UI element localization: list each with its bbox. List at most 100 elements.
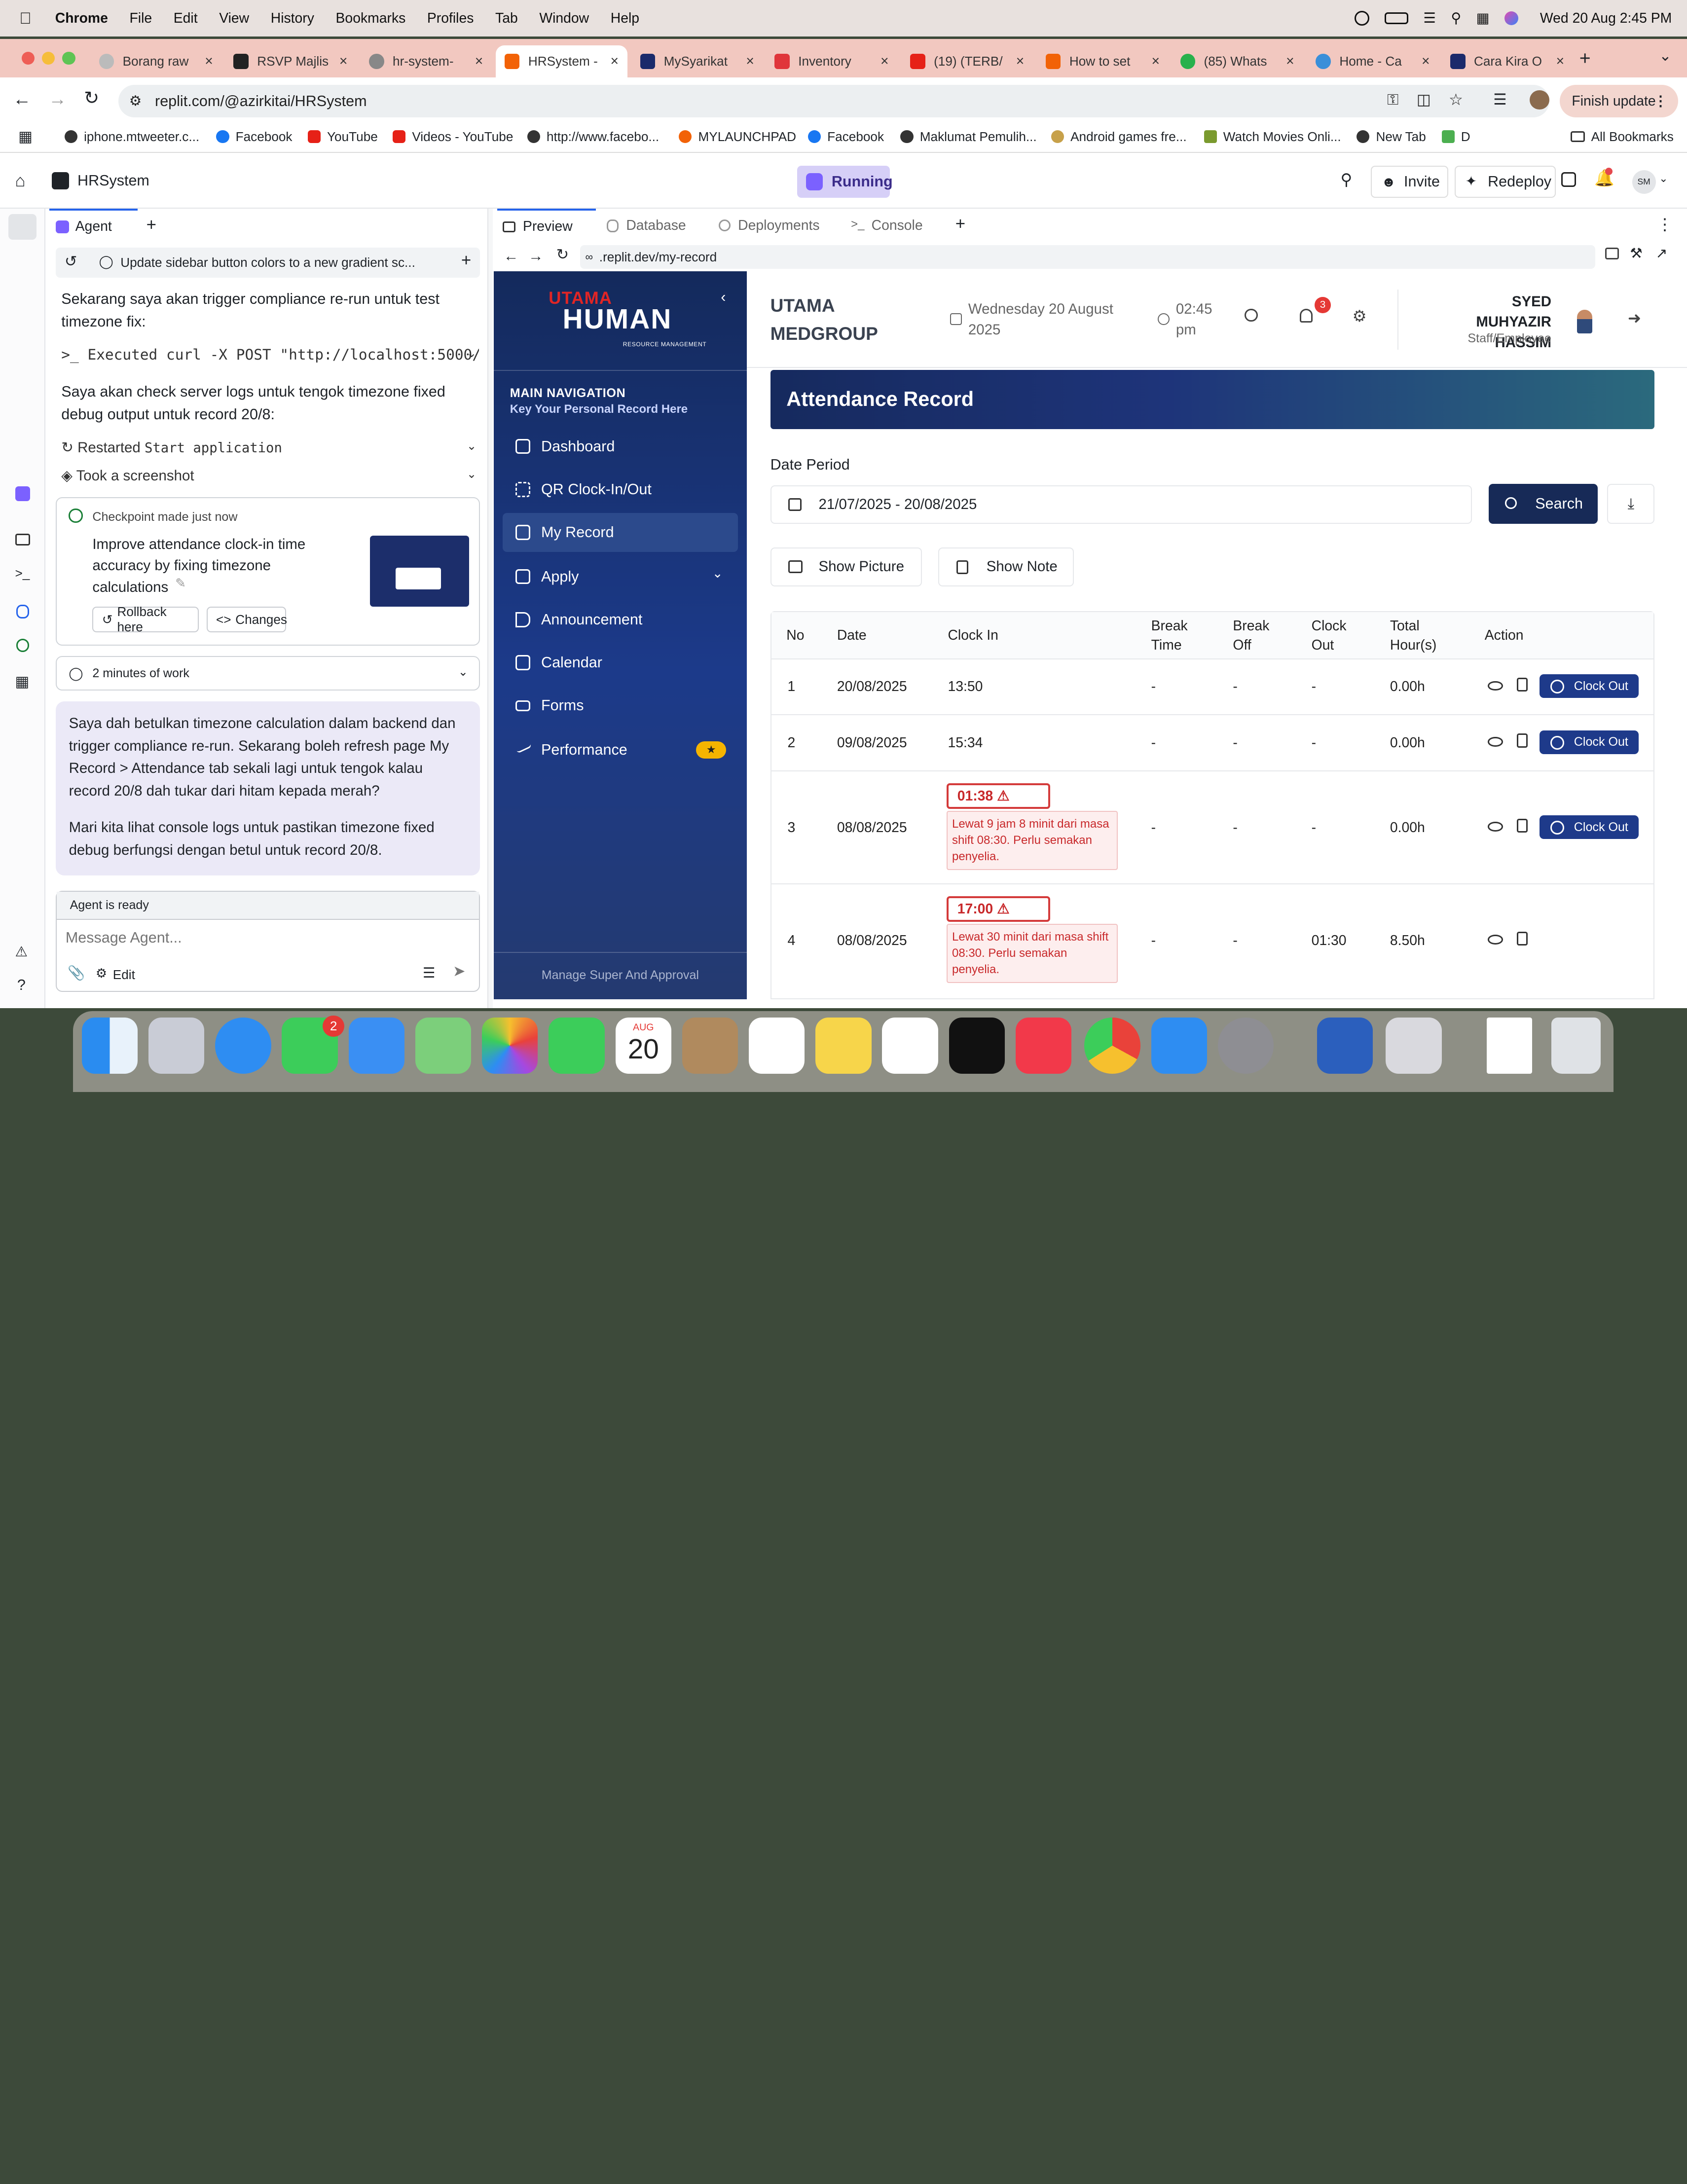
forward-icon[interactable]: → [528,248,544,265]
minimize-window-dot[interactable] [42,51,55,65]
rollback-button[interactable]: ↺ Rollback here [92,604,199,634]
settings-gear-icon[interactable]: ⚙ [1353,307,1367,326]
music-icon[interactable] [1015,1018,1072,1074]
chrome-tab[interactable]: (19) (TERB/ × [902,45,1033,77]
launchpad-icon[interactable] [148,1018,205,1074]
view-eye-icon[interactable] [1488,822,1503,832]
menu-edit[interactable]: Edit [174,10,198,27]
sidebar-item-announcement[interactable]: Announcement [503,600,738,639]
chrome-tab[interactable]: (85) Whats × [1172,45,1303,77]
view-eye-icon[interactable] [1488,681,1503,691]
maps-icon[interactable] [415,1018,472,1074]
run-status-button[interactable]: Running [797,165,893,198]
finder-icon[interactable] [81,1018,138,1074]
battery-icon[interactable] [1384,12,1408,25]
devices-icon[interactable] [1605,247,1619,259]
user-avatar[interactable] [1577,310,1592,334]
agent-icon[interactable] [15,486,31,502]
tab-search-icon[interactable]: ⌄ [1659,47,1672,65]
date-range-input[interactable]: 21/07/2025 - 20/08/2025 [770,485,1472,524]
reminders-icon[interactable] [748,1018,805,1074]
close-icon[interactable]: × [746,53,754,70]
sidebar-footer[interactable]: Manage Super And Approval [494,968,747,983]
close-window-dot[interactable] [21,51,35,65]
files-icon[interactable] [8,214,37,240]
facetime-icon[interactable] [549,1018,605,1074]
chrome-tab[interactable]: MySyarikat × [631,45,763,77]
view-eye-icon[interactable] [1488,736,1503,747]
sidebar-item-forms[interactable]: Forms [503,686,738,725]
open-external-icon[interactable]: ↗ [1656,245,1668,262]
menu-tab[interactable]: Tab [495,10,518,27]
tab-database[interactable]: Database [600,209,708,243]
tab-preview[interactable]: Preview [497,209,596,243]
database-icon[interactable] [16,604,29,619]
reload-icon[interactable]: ↻ [556,246,569,263]
document-icon[interactable] [1517,733,1528,748]
chrome-tab[interactable]: Inventory × [766,45,897,77]
system-settings-icon[interactable] [1217,1018,1274,1074]
clock-out-button[interactable]: Clock Out [1540,730,1639,754]
invite-button[interactable]: ☻ Invite [1370,165,1448,198]
redeploy-button[interactable]: ✦ Redeploy [1454,165,1556,198]
play-icon[interactable] [1354,10,1370,26]
finish-update-button[interactable]: Finish update ⋮ [1560,85,1679,117]
photos-icon[interactable] [482,1018,538,1074]
menu-app-name[interactable]: Chrome [55,10,108,27]
document-icon[interactable] [1517,678,1528,692]
install-app-icon[interactable]: ◫ [1417,91,1431,109]
bookmark-star-icon[interactable]: ☆ [1449,90,1463,109]
collapse-sidebar-icon[interactable]: ‹ [721,289,726,306]
pencil-icon[interactable]: ✎ [175,576,186,591]
chrome-tab[interactable]: Home - Ca × [1307,45,1438,77]
split-view-icon[interactable] [1561,172,1577,187]
wifi-icon[interactable]: ☰ [1423,10,1435,27]
apple-icon[interactable]:  [19,9,32,28]
view-eye-icon[interactable] [1488,935,1503,945]
help-icon[interactable]: ? [17,977,26,994]
edit-mode-icon[interactable]: ⚙ [96,966,107,981]
restart-log[interactable]: ↻ Restarted Start application ⌄ [61,439,478,456]
back-icon[interactable]: ← [504,248,519,265]
forward-icon[interactable]: → [48,88,67,109]
user-avatar[interactable]: SM [1632,170,1656,194]
chrome-tab[interactable]: Borang raw × [90,45,221,77]
recent-document-thumbnail[interactable] [1487,1018,1532,1074]
bookmark-item[interactable]: Videos - YouTube [393,129,513,145]
bookmark-item[interactable]: YouTube [307,129,378,145]
site-info-icon[interactable]: ⚙ [129,93,142,109]
new-chat-icon[interactable]: + [461,251,471,270]
more-vert-icon[interactable]: ⋮ [1657,215,1673,234]
changes-button[interactable]: <> Changes [206,606,287,633]
clock-out-button[interactable]: Clock Out [1540,815,1639,839]
deploy-icon[interactable] [16,639,29,652]
siri-icon[interactable] [1504,11,1519,26]
tab-console[interactable]: >_ Console [845,209,945,243]
bell-icon[interactable] [1299,308,1313,323]
close-icon[interactable]: × [205,53,213,70]
sidebar-item-apply[interactable]: Apply ⌄ [503,557,738,596]
close-icon[interactable]: × [1556,53,1565,70]
sidebar-item-qr[interactable]: QR Clock-In/Out [503,470,738,509]
history-bar[interactable]: ↺ ◯ Update sidebar button colors to a ne… [56,247,480,278]
bookmark-item[interactable]: Maklumat Pemulih... [900,129,1037,145]
trash-icon[interactable] [1551,1018,1601,1074]
word-icon[interactable] [1317,1018,1373,1074]
bookmark-item[interactable]: Android games fre... [1051,129,1187,145]
all-tools-icon[interactable]: ▦ [15,673,30,691]
menu-clock[interactable]: Wed 20 Aug 2:45 PM [1540,10,1672,27]
devtools-icon[interactable]: ⚒ [1630,245,1642,262]
project-name[interactable]: HRSystem [77,172,149,189]
checkpoint-thumbnail[interactable] [370,535,469,607]
screenshot-log[interactable]: ◈ Took a screenshot ⌄ [61,467,478,484]
bookmark-item[interactable]: Facebook [216,129,293,145]
attach-icon[interactable]: 📎 [68,965,85,982]
bookmark-item[interactable]: http://www.facebo... [527,129,659,145]
bookmark-item[interactable]: Watch Movies Onli... [1204,129,1341,145]
chrome-tab-active[interactable]: HRSystem - × [496,45,627,78]
media-controls-icon[interactable]: ☰ [1493,91,1506,109]
close-icon[interactable]: × [1286,53,1294,70]
maximize-window-dot[interactable] [62,51,75,65]
iphone-mirroring-icon[interactable] [1386,1018,1442,1074]
sidebar-item-my-record[interactable]: My Record [502,513,738,552]
